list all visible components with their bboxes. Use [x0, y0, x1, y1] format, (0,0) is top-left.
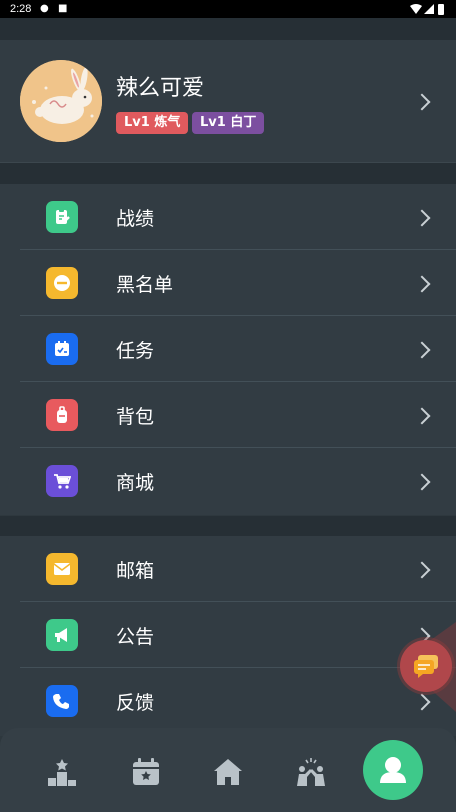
battery-icon	[438, 4, 444, 15]
notification-icon-2: ■	[58, 3, 68, 14]
section-gap	[0, 163, 456, 184]
tab-calendar[interactable]	[130, 756, 162, 788]
tab-profile[interactable]	[363, 740, 423, 800]
megaphone-icon	[46, 619, 78, 651]
task-icon	[46, 333, 78, 365]
ranking-icon	[48, 759, 76, 786]
tab-ranking[interactable]	[46, 756, 78, 788]
menu-item-record[interactable]: 战绩	[0, 184, 456, 250]
avatar[interactable]	[20, 60, 102, 142]
status-time: 2:28	[10, 3, 32, 15]
menu-label: 黑名单	[116, 274, 174, 296]
chevron-right-icon	[413, 209, 431, 227]
section-gap	[0, 516, 456, 536]
chevron-right-icon[interactable]	[413, 93, 431, 111]
bottom-tab-bar	[0, 728, 456, 812]
signal-icon	[424, 4, 434, 14]
menu-label: 战绩	[116, 208, 155, 230]
status-bar: 2:28 ● ■	[0, 0, 456, 18]
level-badge-realm: Lv1 炼气	[116, 112, 189, 134]
rabbit-avatar-icon	[20, 60, 102, 142]
menu-label: 反馈	[116, 692, 155, 714]
wifi-icon	[410, 4, 422, 14]
nickname: 辣么可爱	[116, 76, 205, 101]
home-icon	[214, 759, 242, 785]
notification-icon: ●	[40, 3, 49, 14]
celebration-icon	[297, 758, 325, 786]
tab-celebration[interactable]	[295, 756, 327, 788]
menu-item-shop[interactable]: 商城	[0, 448, 456, 514]
chevron-right-icon	[413, 407, 431, 425]
floating-chat-button[interactable]	[400, 640, 452, 692]
top-strip	[0, 18, 456, 41]
menu-item-mail[interactable]: 邮箱	[0, 536, 456, 602]
chat-icon	[414, 655, 438, 678]
level-badge-rank: Lv1 白丁	[192, 112, 265, 134]
backpack-icon	[46, 399, 78, 431]
menu-label: 背包	[116, 406, 155, 428]
calendar-icon	[133, 758, 159, 785]
menu-group-1: 战绩 黑名单 任务 背包 商城	[0, 184, 456, 515]
menu-label: 邮箱	[116, 560, 155, 582]
menu-item-task[interactable]: 任务	[0, 316, 456, 382]
mail-icon	[46, 553, 78, 585]
menu-label: 公告	[116, 626, 155, 648]
phone-icon	[46, 685, 78, 717]
profile-card[interactable]: 辣么可爱 Lv1 炼气 Lv1 白丁	[0, 40, 456, 163]
profile-icon	[380, 757, 406, 783]
chevron-right-icon	[413, 341, 431, 359]
chevron-right-icon	[413, 275, 431, 293]
record-icon	[46, 201, 78, 233]
cart-icon	[46, 465, 78, 497]
menu-label: 任务	[116, 340, 155, 362]
chevron-right-icon	[413, 561, 431, 579]
blacklist-icon	[46, 267, 78, 299]
menu-item-blacklist[interactable]: 黑名单	[0, 250, 456, 316]
menu-item-backpack[interactable]: 背包	[0, 382, 456, 448]
menu-label: 商城	[116, 472, 155, 494]
tab-home[interactable]	[212, 756, 244, 788]
chevron-right-icon	[413, 473, 431, 491]
